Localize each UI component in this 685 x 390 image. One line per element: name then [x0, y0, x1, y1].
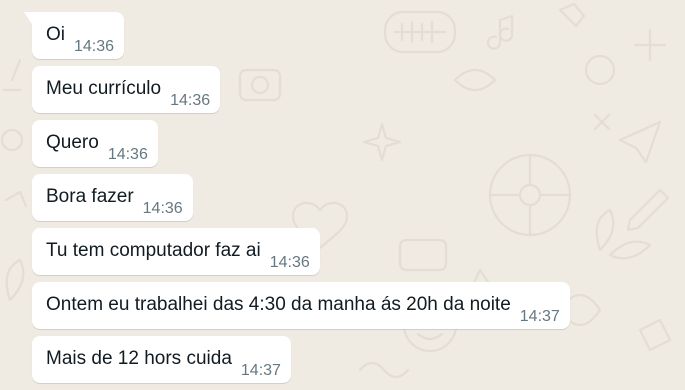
- message-bubble[interactable]: Ontem eu trabalhei das 4:30 da manha ás …: [32, 282, 570, 329]
- message-bubble[interactable]: Bora fazer 14:36: [32, 174, 193, 221]
- chat-messages: Oi 14:36 Meu currículo 14:36 Quero 14:36…: [0, 0, 685, 390]
- message-bubble[interactable]: Mais de 12 hors cuida 14:37: [32, 336, 291, 383]
- message-timestamp: 14:37: [519, 308, 560, 325]
- message-bubble[interactable]: Meu currículo 14:36: [32, 66, 221, 113]
- message-timestamp: 14:36: [170, 92, 211, 109]
- message-timestamp: 14:36: [142, 200, 183, 217]
- message-text: Mais de 12 hors cuida: [46, 348, 232, 369]
- message-text: Quero: [46, 132, 99, 153]
- message-timestamp: 14:37: [240, 362, 281, 379]
- message-timestamp: 14:36: [107, 146, 148, 163]
- message-text: Ontem eu trabalhei das 4:30 da manha ás …: [46, 294, 511, 315]
- bubble-tail: [24, 12, 32, 24]
- message-timestamp: 14:36: [269, 254, 310, 271]
- message-text: Oi: [46, 24, 65, 45]
- message-text: Meu currículo: [46, 78, 162, 99]
- message-text: Bora fazer: [46, 186, 134, 207]
- message-bubble[interactable]: Quero 14:36: [32, 120, 158, 167]
- message-bubble[interactable]: Tu tem computador faz ai 14:36: [32, 228, 320, 275]
- message-text: Tu tem computador faz ai: [46, 240, 261, 261]
- message-bubble[interactable]: Oi 14:36: [24, 12, 125, 59]
- message-timestamp: 14:36: [74, 38, 115, 55]
